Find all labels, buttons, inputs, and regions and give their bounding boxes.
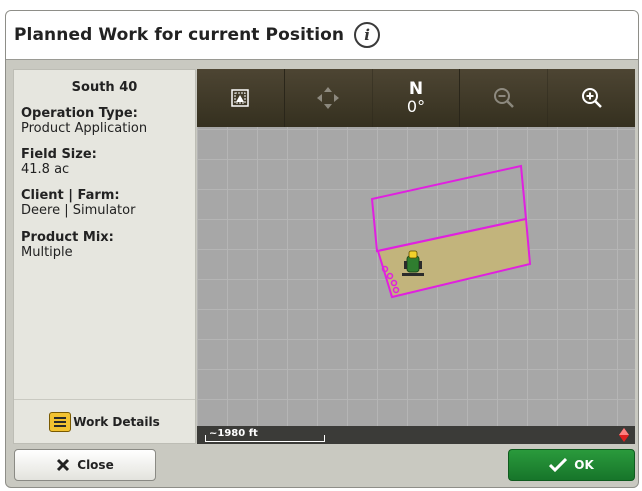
dialog-titlebar: Planned Work for current Position i (6, 11, 638, 60)
dialog-title: Planned Work for current Position (14, 25, 345, 45)
close-icon (57, 458, 70, 472)
info-icon[interactable]: i (354, 22, 381, 48)
map-scale-bar: ~1980 ft (197, 426, 635, 444)
map-view-icon[interactable] (197, 69, 285, 127)
checkmark-icon (549, 458, 568, 472)
operation-type-value: Product Application (21, 121, 148, 136)
operation-type-group: Operation Type: Product Application (21, 106, 147, 136)
client-farm-group: Client | Farm: Deere | Simulator (21, 188, 135, 218)
ok-button[interactable]: OK (508, 449, 635, 481)
work-details-label: Work Details (73, 414, 160, 429)
field-size-value: 41.8 ac (21, 162, 70, 177)
client-farm-value: Deere | Simulator (21, 203, 136, 218)
close-button[interactable]: Close (14, 449, 156, 481)
zoom-out-icon[interactable] (460, 69, 549, 127)
heading-indicator[interactable]: N 0° (373, 69, 461, 127)
operation-type-label: Operation Type: (21, 106, 138, 121)
ok-label: OK (574, 458, 594, 472)
work-details-button[interactable]: Work Details (14, 399, 195, 443)
heading-degrees: 0° (406, 97, 426, 116)
product-mix-label: Product Mix: (21, 230, 114, 245)
heading-letter: N (408, 79, 424, 99)
pan-icon[interactable] (285, 69, 373, 127)
product-mix-group: Product Mix: Multiple (21, 230, 114, 260)
scale-label: ~1980 ft (209, 428, 258, 439)
list-icon (49, 411, 72, 432)
close-label: Close (77, 458, 114, 472)
planned-work-dialog: Planned Work for current Position i Sout… (5, 10, 639, 488)
field-name: South 40 (71, 80, 138, 95)
field-info-panel: South 40 Operation Type: Product Applica… (13, 69, 196, 444)
product-mix-value: Multiple (21, 245, 73, 260)
client-farm-label: Client | Farm: (21, 188, 120, 203)
field-map[interactable]: N 0° ~1980 ft (197, 69, 635, 444)
north-marker-icon (619, 428, 629, 442)
map-toolbar: N 0° (197, 69, 635, 127)
zoom-in-icon[interactable] (548, 69, 635, 127)
applied-area (376, 217, 532, 299)
field-size-group: Field Size: 41.8 ac (21, 147, 97, 177)
field-size-label: Field Size: (21, 147, 97, 162)
